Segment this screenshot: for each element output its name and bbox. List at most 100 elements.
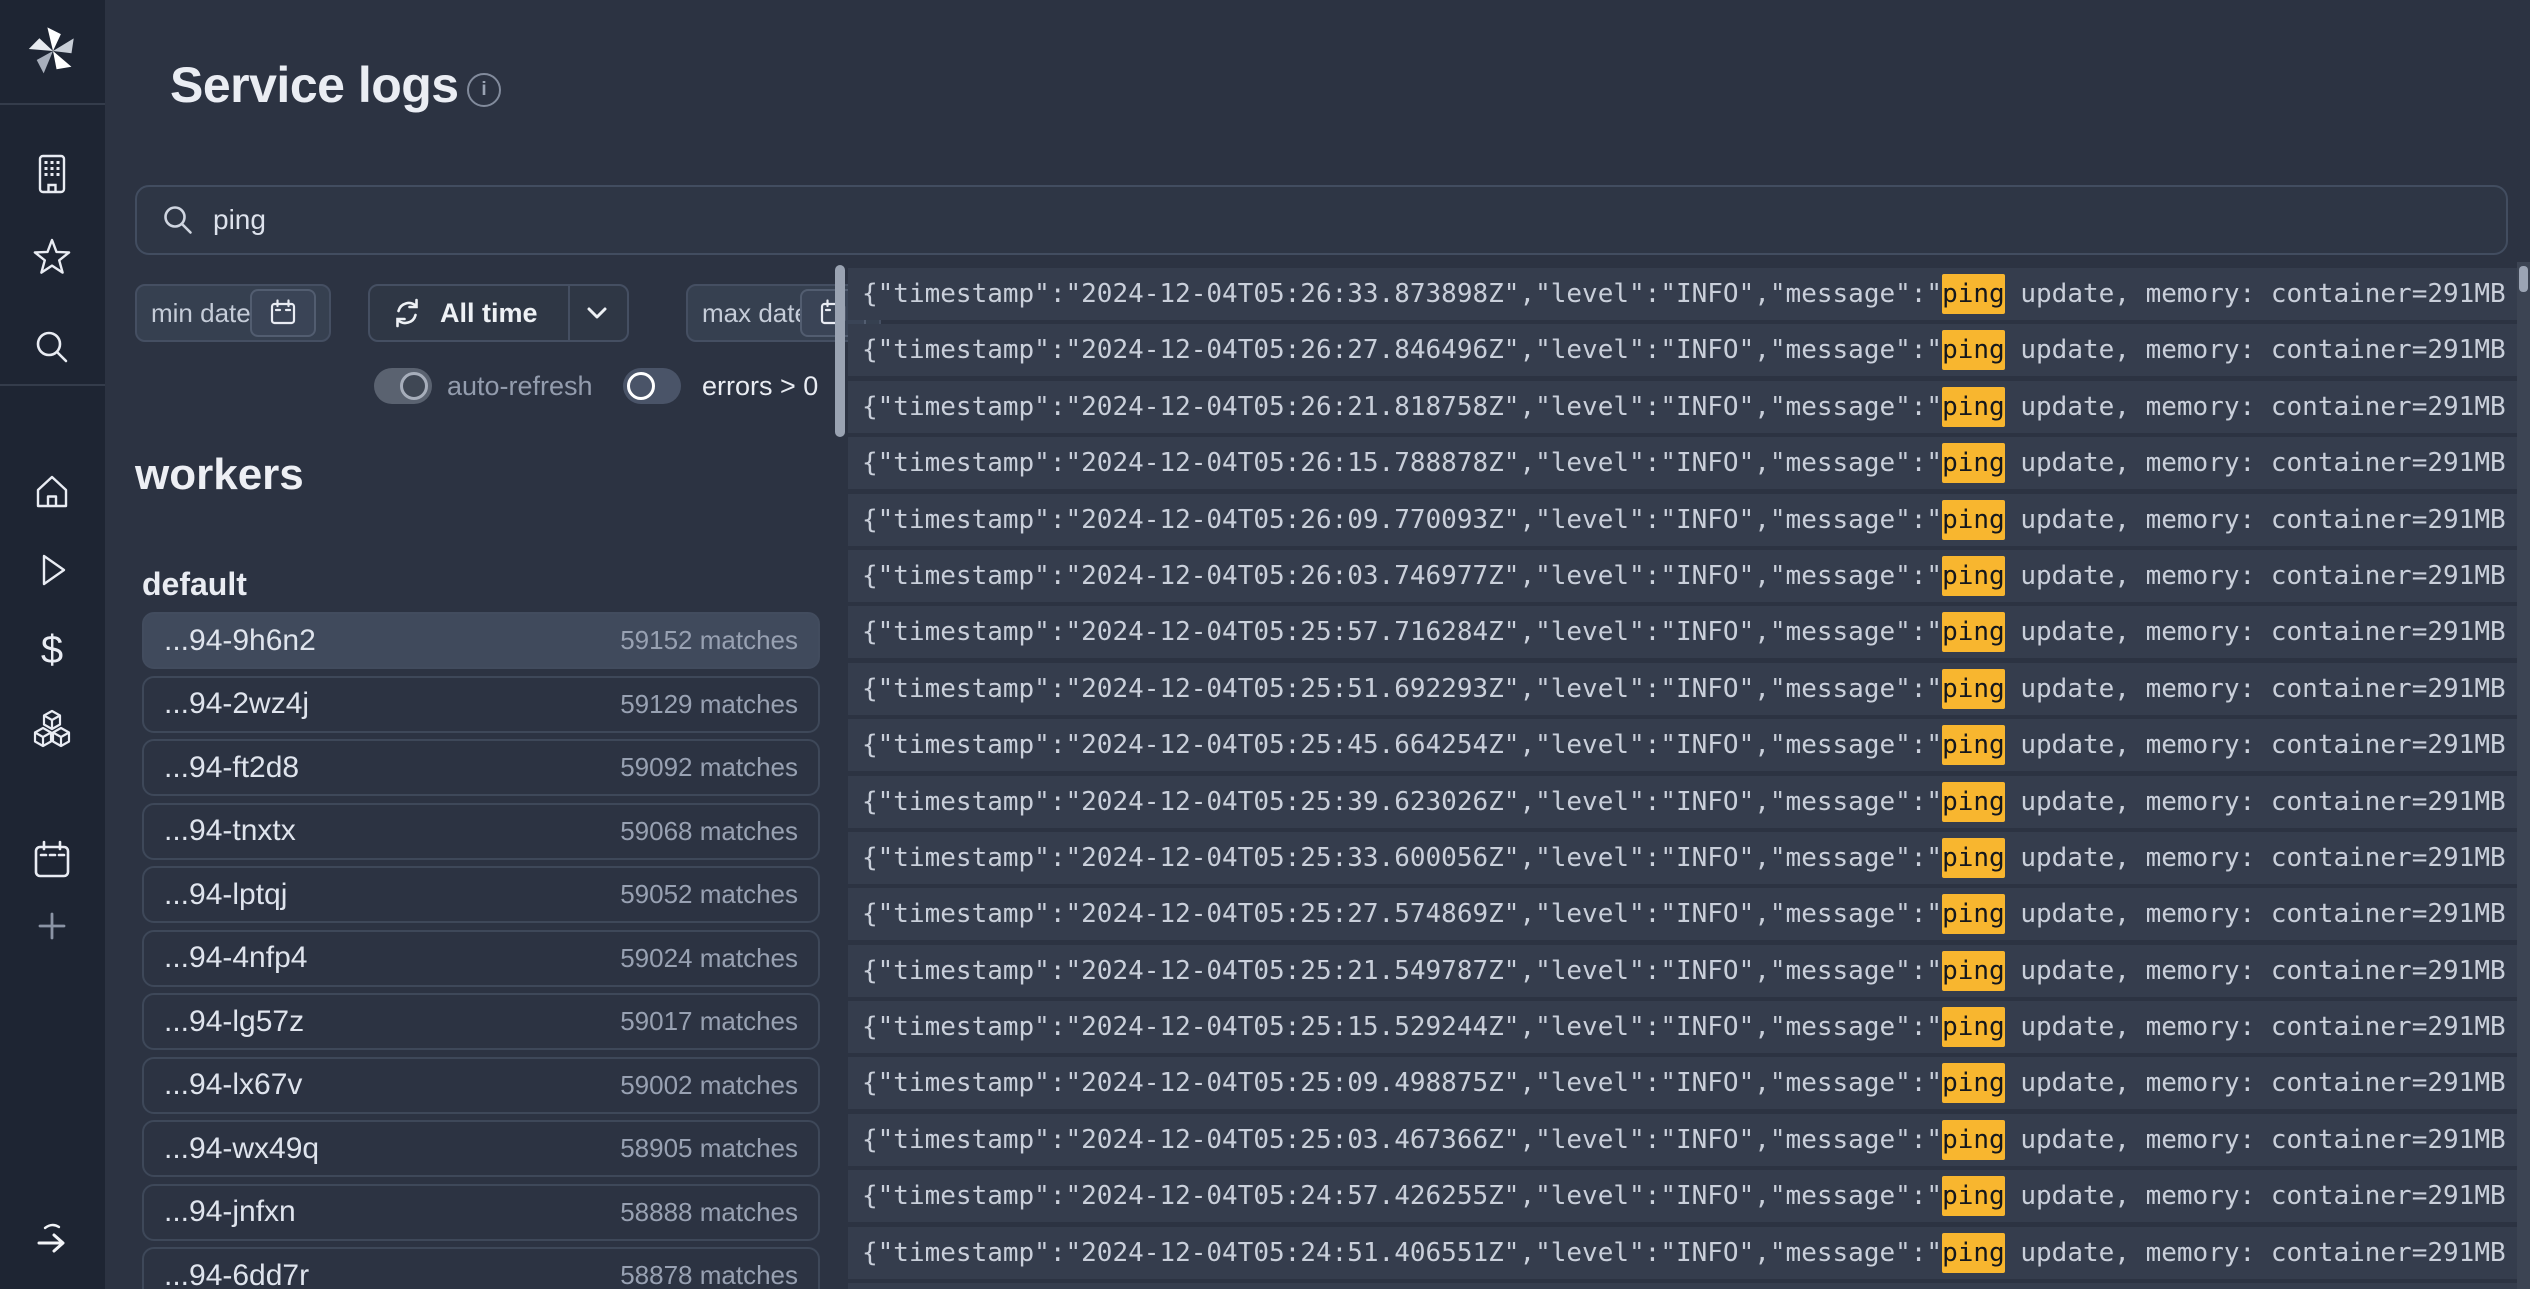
log-text: {"timestamp":"2024-12-04T05:26:09.770093…: [862, 505, 1942, 535]
worker-item[interactable]: ...94-jnfxn58888 matches: [142, 1184, 820, 1241]
log-row[interactable]: {"timestamp":"2024-12-04T05:25:39.623026…: [848, 776, 2517, 828]
worker-item[interactable]: ...94-lg57z59017 matches: [142, 993, 820, 1050]
log-row[interactable]: {"timestamp":"2024-12-04T05:26:33.873898…: [848, 268, 2517, 320]
log-text: {"timestamp":"2024-12-04T05:25:15.529244…: [862, 1012, 1942, 1042]
log-row[interactable]: [848, 1283, 2517, 1289]
log-text: {"timestamp":"2024-12-04T05:25:21.549787…: [862, 956, 1942, 986]
search-match-highlight: ping: [1942, 330, 2005, 370]
search-input[interactable]: [213, 204, 2413, 236]
worker-item[interactable]: ...94-2wz4j59129 matches: [142, 676, 820, 733]
worker-item[interactable]: ...94-ft2d8 59092 matches: [142, 739, 820, 796]
search-match-highlight: ping: [1942, 951, 2005, 991]
max-date-input[interactable]: [702, 298, 804, 329]
worker-item[interactable]: ...94-tnxtx59068 matches: [142, 803, 820, 860]
toggle-knob: [627, 372, 655, 400]
refresh-icon: [390, 297, 424, 329]
worker-match-count: 59092 matches: [620, 752, 798, 783]
time-range-chevron-button[interactable]: [566, 286, 627, 340]
log-scrollbar-track[interactable]: [2517, 262, 2530, 1289]
time-range-button[interactable]: All time: [368, 284, 629, 342]
worker-item[interactable]: ...94-6dd7r 58878 matches: [142, 1247, 820, 1289]
sidebar-item-schedule[interactable]: [29, 837, 75, 883]
log-row[interactable]: {"timestamp":"2024-12-04T05:26:27.846496…: [848, 324, 2517, 376]
log-scrollbar-thumb[interactable]: [2519, 266, 2528, 292]
sidebar-item-add[interactable]: [29, 903, 75, 949]
search-match-highlight: ping: [1942, 838, 2005, 878]
log-row[interactable]: {"timestamp":"2024-12-04T05:25:21.549787…: [848, 945, 2517, 997]
sidebar-divider: [0, 384, 105, 386]
page-title: Service logs: [170, 56, 459, 114]
worker-match-count: 59052 matches: [620, 879, 798, 910]
log-text: {"timestamp":"2024-12-04T05:24:57.426255…: [862, 1181, 1942, 1211]
log-row[interactable]: {"timestamp":"2024-12-04T05:25:57.716284…: [848, 606, 2517, 658]
log-text: update, memory: container=291MB: [2005, 617, 2506, 647]
search-match-highlight: ping: [1942, 894, 2005, 934]
app-logo[interactable]: [26, 22, 80, 80]
log-row[interactable]: {"timestamp":"2024-12-04T05:24:57.426255…: [848, 1170, 2517, 1222]
log-text: {"timestamp":"2024-12-04T05:26:21.818758…: [862, 392, 1942, 422]
worker-match-count: 58878 matches: [620, 1260, 798, 1289]
pinwheel-logo-icon: [26, 22, 80, 80]
sidebar-item-billing[interactable]: $: [29, 626, 75, 672]
log-row[interactable]: {"timestamp":"2024-12-04T05:25:03.467366…: [848, 1114, 2517, 1166]
log-text: {"timestamp":"2024-12-04T05:26:03.746977…: [862, 561, 1942, 591]
log-row[interactable]: {"timestamp":"2024-12-04T05:25:27.574869…: [848, 888, 2517, 940]
log-row[interactable]: {"timestamp":"2024-12-04T05:26:21.818758…: [848, 381, 2517, 433]
log-row[interactable]: {"timestamp":"2024-12-04T05:25:51.692293…: [848, 663, 2517, 715]
worker-match-count: 59017 matches: [620, 1006, 798, 1037]
min-date-input[interactable]: [151, 298, 253, 329]
log-text: update, memory: container=291MB: [2005, 730, 2506, 760]
log-text: update, memory: container=291MB: [2005, 899, 2506, 929]
sidebar-item-runs[interactable]: [29, 547, 75, 593]
sidebar-divider: [0, 103, 105, 105]
search-match-highlight: ping: [1942, 669, 2005, 709]
search-match-highlight: ping: [1942, 500, 2005, 540]
worker-item[interactable]: ...94-wx49q58905 matches: [142, 1120, 820, 1177]
time-range-label: All time: [440, 298, 538, 329]
chevron-down-icon: [580, 296, 614, 330]
min-date-calendar-button[interactable]: [250, 289, 316, 337]
errors-filter-toggle[interactable]: [623, 368, 681, 404]
log-text: {"timestamp":"2024-12-04T05:26:15.788878…: [862, 448, 1942, 478]
sidebar-item-search[interactable]: [29, 324, 75, 370]
log-text: {"timestamp":"2024-12-04T05:24:51.406551…: [862, 1238, 1942, 1268]
min-date-field[interactable]: [135, 284, 331, 342]
log-row[interactable]: {"timestamp":"2024-12-04T05:26:09.770093…: [848, 494, 2517, 546]
auto-refresh-toggle[interactable]: [374, 368, 432, 404]
log-row[interactable]: {"timestamp":"2024-12-04T05:25:45.664254…: [848, 719, 2517, 771]
sidebar-item-resources[interactable]: [29, 705, 75, 751]
info-icon[interactable]: i: [467, 73, 501, 107]
log-text: {"timestamp":"2024-12-04T05:25:51.692293…: [862, 674, 1942, 704]
log-row[interactable]: {"timestamp":"2024-12-04T05:26:03.746977…: [848, 550, 2517, 602]
worker-item[interactable]: ...94-lx67v59002 matches: [142, 1057, 820, 1114]
worker-item[interactable]: ...94-lptqj59052 matches: [142, 866, 820, 923]
search-match-highlight: ping: [1942, 1176, 2005, 1216]
sidebar-item-home[interactable]: [29, 469, 75, 515]
log-text: {"timestamp":"2024-12-04T05:25:39.623026…: [862, 787, 1942, 817]
log-text: update, memory: container=291MB: [2005, 843, 2506, 873]
log-row[interactable]: {"timestamp":"2024-12-04T05:25:15.529244…: [848, 1001, 2517, 1053]
log-row[interactable]: {"timestamp":"2024-12-04T05:25:33.600056…: [848, 832, 2517, 884]
search-bar[interactable]: [135, 185, 2508, 255]
worker-id: ...94-wx49q: [164, 1132, 319, 1166]
sidebar-item-favorites[interactable]: [29, 235, 75, 281]
sidebar-item-logout[interactable]: [29, 1216, 75, 1262]
sidebar-item-organization[interactable]: [29, 151, 75, 197]
workers-scrollbar-thumb[interactable]: [835, 265, 845, 437]
log-text: {"timestamp":"2024-12-04T05:26:27.846496…: [862, 335, 1942, 365]
worker-list: ...94-9h6n259152 matches ...94-2wz4j59129…: [142, 612, 820, 1289]
worker-item[interactable]: ...94-4nfp459024 matches: [142, 930, 820, 987]
worker-id: ...94-6dd7r: [164, 1259, 309, 1289]
worker-match-count: 58888 matches: [620, 1197, 798, 1228]
worker-match-count: 59002 matches: [620, 1070, 798, 1101]
log-row[interactable]: {"timestamp":"2024-12-04T05:26:15.788878…: [848, 437, 2517, 489]
log-row[interactable]: {"timestamp":"2024-12-04T05:24:51.406551…: [848, 1227, 2517, 1279]
log-text: {"timestamp":"2024-12-04T05:25:09.498875…: [862, 1068, 1942, 1098]
log-text: {"timestamp":"2024-12-04T05:26:33.873898…: [862, 279, 1942, 309]
worker-id: ...94-ft2d8: [164, 751, 299, 785]
worker-item[interactable]: ...94-9h6n259152 matches: [142, 612, 820, 669]
search-match-highlight: ping: [1942, 1233, 2005, 1273]
calendar-icon: [267, 297, 299, 329]
calendar-icon: [29, 837, 75, 883]
log-row[interactable]: {"timestamp":"2024-12-04T05:25:09.498875…: [848, 1057, 2517, 1109]
